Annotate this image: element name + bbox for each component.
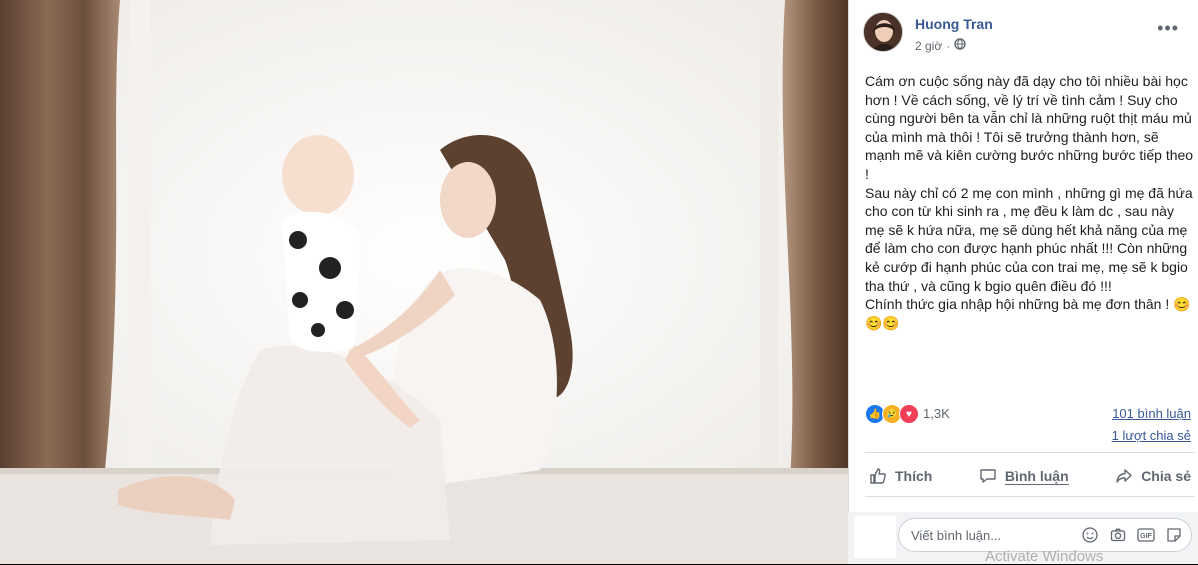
more-options-icon[interactable]: ••• xyxy=(1157,18,1179,39)
share-count-link[interactable]: 1 lượt chia sẻ xyxy=(1112,428,1191,443)
post-header: Huong Tran 2 giờ · ••• xyxy=(863,12,1183,56)
post-photo[interactable] xyxy=(0,0,848,564)
mother-and-baby-photo xyxy=(0,0,848,564)
post-paragraph: Chính thức gia nhập hội những bà mẹ đơn … xyxy=(865,296,1191,331)
comment-count-link[interactable]: 101 bình luận xyxy=(1112,406,1191,421)
author-name[interactable]: Huong Tran xyxy=(915,16,993,32)
comment-placeholder: Viết bình luận... xyxy=(911,528,1002,543)
sticker-icon[interactable] xyxy=(1165,526,1183,544)
action-bar: Thích Bình luận Chia sẻ xyxy=(865,462,1195,490)
globe-icon[interactable] xyxy=(954,38,966,53)
comment-icon xyxy=(980,469,996,483)
reaction-bar: 👍 😢 ♥ 1,3K 101 bình luận 1 lượt chia sẻ xyxy=(865,404,1195,443)
share-button[interactable]: Chia sẻ xyxy=(1111,462,1195,490)
dot-separator: · xyxy=(946,38,951,53)
camera-icon[interactable] xyxy=(1109,526,1127,544)
comment-label: Bình luận xyxy=(1004,467,1069,485)
thumbs-up-icon xyxy=(870,468,886,484)
post-time[interactable]: 2 giờ xyxy=(915,39,942,53)
post-paragraph: Sau này chỉ có 2 mẹ con mình , những gì … xyxy=(865,184,1193,294)
share-label: Chia sẻ xyxy=(1141,467,1191,484)
post-body: Cám ơn cuộc sống này đã dạy cho tôi nhiề… xyxy=(865,72,1195,332)
like-label: Thích xyxy=(895,467,933,484)
emoji-icon[interactable] xyxy=(1081,526,1099,544)
share-icon xyxy=(1116,469,1132,483)
svg-text:GIF: GIF xyxy=(1140,533,1152,540)
author-avatar[interactable] xyxy=(863,12,903,52)
post-meta: 2 giờ · xyxy=(915,38,966,53)
post-side-panel: Huong Tran 2 giờ · ••• Cám ơn cuộc sống … xyxy=(848,0,1198,564)
post-paragraph: Cám ơn cuộc sống này đã dạy cho tôi nhiề… xyxy=(865,73,1194,182)
reaction-count[interactable]: 1,3K xyxy=(923,406,950,421)
gif-icon[interactable]: GIF xyxy=(1137,526,1155,544)
comment-button[interactable]: Bình luận xyxy=(975,462,1073,490)
like-button[interactable]: Thích xyxy=(865,462,936,490)
commenter-avatar xyxy=(854,516,896,558)
comment-input[interactable]: Viết bình luận... GIF xyxy=(898,518,1192,552)
activate-windows-watermark: Activate Windows xyxy=(985,548,1104,565)
comment-tools: GIF xyxy=(1081,526,1183,544)
love-icon: ♥ xyxy=(899,404,919,424)
divider xyxy=(865,496,1195,497)
divider xyxy=(865,452,1195,453)
reaction-icons[interactable]: 👍 😢 ♥ xyxy=(865,404,919,424)
